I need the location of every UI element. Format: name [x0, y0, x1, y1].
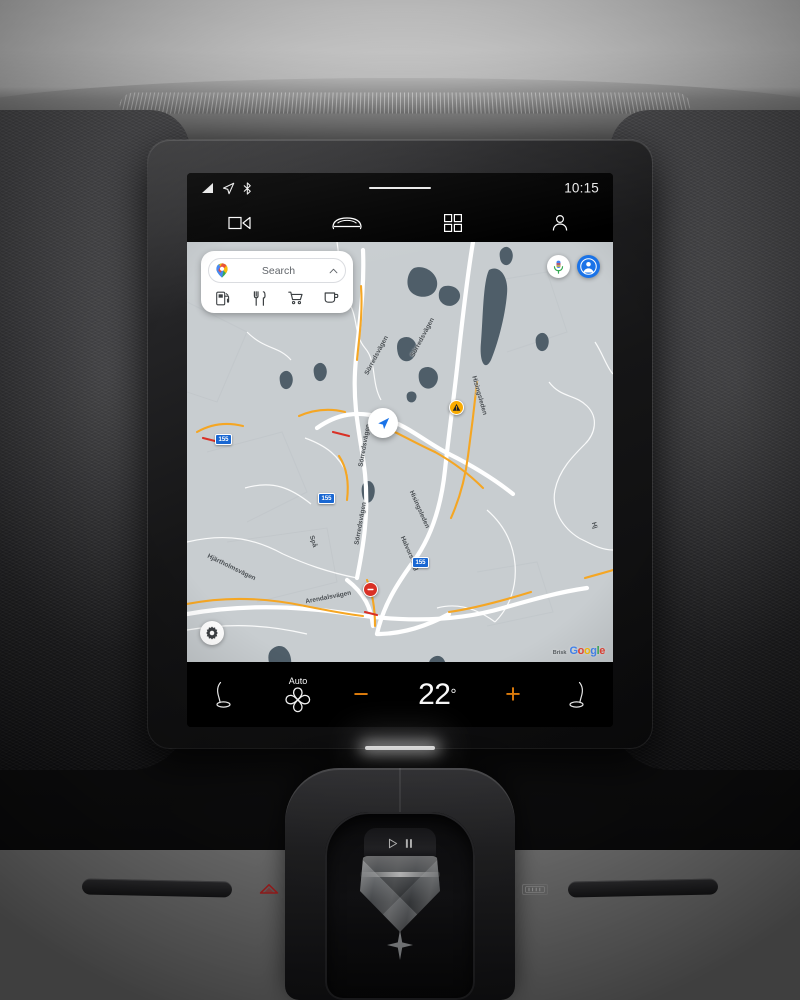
temperature-value: 22: [418, 677, 451, 711]
fan-auto-button[interactable]: Auto: [261, 676, 335, 713]
road-label: Hj: [589, 521, 599, 530]
temperature-display: 22 °: [387, 678, 487, 712]
status-bar: 10:15: [187, 173, 613, 203]
play-pause-icon: [388, 838, 397, 848]
gas-stations-chip[interactable]: [214, 289, 232, 307]
polestar-logo-icon: [387, 930, 413, 960]
car-front-icon: [332, 216, 362, 229]
attribution-prefix: Brisk: [552, 650, 567, 656]
voice-search-button[interactable]: [547, 255, 570, 278]
infotainment-screen[interactable]: 10:15 Sörredsvägen Sörredsvägen Sörredsv…: [187, 173, 613, 727]
temperature-decrease-button[interactable]: −: [335, 681, 387, 708]
crystal-highlight-ring: [360, 872, 440, 877]
rear-defrost-icon: [525, 886, 545, 893]
gear-shifter[interactable]: [360, 828, 440, 936]
restaurant-icon: [253, 290, 266, 306]
right-console-trim: [567, 878, 719, 898]
no-entry-glyph: [367, 588, 374, 591]
left-seat-heater-button[interactable]: [187, 681, 261, 709]
apps-grid-icon: [444, 213, 463, 232]
coffee-cup-icon: [324, 292, 338, 303]
chevron-up-icon[interactable]: [329, 268, 338, 274]
media-screen-icon: [228, 216, 251, 229]
media-button[interactable]: [187, 203, 294, 242]
rear-defrost-button[interactable]: [522, 884, 548, 895]
crystal-facets: [360, 856, 440, 932]
right-seat-heater-button[interactable]: [539, 681, 613, 709]
current-location-puck: [368, 408, 398, 438]
seat-heater-left-icon: [216, 681, 231, 708]
bluetooth-icon: [243, 181, 251, 195]
temperature-increase-button[interactable]: +: [487, 681, 539, 708]
map-view[interactable]: Sörredsvägen Sörredsvägen Sörredsvägen S…: [187, 242, 613, 662]
seat-heater-right-icon: [569, 681, 584, 708]
navigation-arrow-icon: [222, 182, 235, 194]
cellular-signal-icon: [202, 182, 213, 193]
search-input[interactable]: Search: [208, 258, 346, 283]
defroster-vent-grille: [117, 92, 693, 114]
road-shield: 155: [215, 434, 232, 445]
restaurants-chip[interactable]: [250, 289, 268, 307]
microphone-icon: [553, 260, 564, 274]
screenshot-root: 10:15 Sörredsvägen Sörredsvägen Sörredsv…: [0, 0, 800, 1000]
map-settings-button[interactable]: [200, 621, 224, 645]
car-button[interactable]: [294, 203, 401, 242]
center-display-bezel: 10:15 Sörredsvägen Sörredsvägen Sörredsv…: [148, 140, 652, 748]
incident-warning-icon[interactable]: [449, 400, 464, 415]
account-button[interactable]: [577, 255, 600, 278]
climate-bar: Auto − 22 ° +: [187, 662, 613, 727]
hazard-lights-button[interactable]: [258, 884, 280, 894]
category-chips: [208, 283, 346, 308]
status-icons: [201, 181, 252, 195]
search-placeholder: Search: [261, 264, 296, 277]
map-search-card: Search: [201, 251, 353, 313]
clock: 10:15: [564, 180, 599, 196]
fan-icon: [285, 687, 311, 713]
play-pause-button[interactable]: [360, 836, 440, 850]
left-console-trim: [81, 878, 233, 898]
shopping-cart-icon: [287, 291, 303, 305]
road-shield: 155: [412, 557, 429, 568]
gear-icon: [206, 626, 218, 640]
profile-button[interactable]: [507, 203, 614, 242]
navigation-puck-icon: [377, 417, 389, 429]
map-attribution: Brisk Google: [552, 645, 606, 657]
navigation-bar: [187, 203, 613, 242]
apps-button[interactable]: [400, 203, 507, 242]
account-circle-icon: [580, 258, 597, 275]
google-wordmark: Google: [569, 645, 605, 657]
groceries-chip[interactable]: [286, 289, 304, 307]
pause-bars-icon: [405, 838, 412, 848]
hazard-triangle-icon: [259, 884, 279, 894]
google-maps-pin-icon: [216, 263, 228, 278]
road-shield: 155: [318, 493, 335, 504]
user-profile-icon: [552, 214, 567, 231]
fan-auto-label: Auto: [288, 676, 308, 686]
warning-triangle-glyph: [452, 403, 461, 411]
road-closed-icon[interactable]: [363, 582, 378, 597]
pull-down-handle[interactable]: [369, 187, 431, 189]
ambient-light-bar: [365, 746, 435, 750]
temperature-unit: °: [450, 686, 456, 703]
coffee-chip[interactable]: [322, 289, 340, 307]
fuel-pump-icon: [216, 291, 230, 305]
